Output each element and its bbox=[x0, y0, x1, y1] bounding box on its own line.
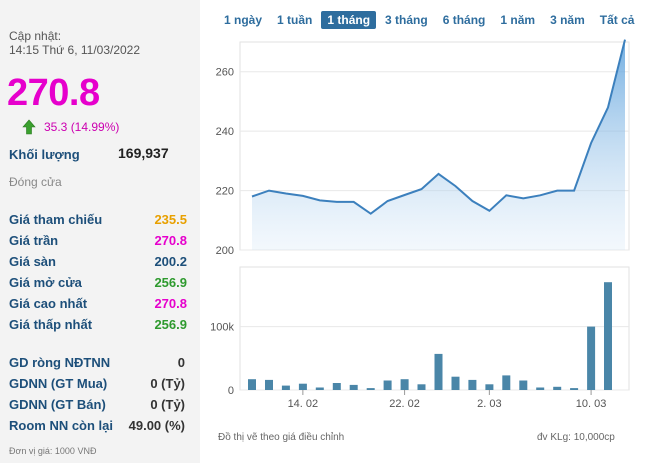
foreign-row-label: GD ròng NĐTNN bbox=[9, 355, 111, 370]
volume-bar bbox=[553, 386, 562, 390]
price-row-value: 270.8 bbox=[154, 233, 187, 248]
stock-chart: 200 220 240 260 0 100k 14. 02 22. 02 2. 03 10. 03 bbox=[210, 39, 630, 410]
price-row-ref: Giá tham chiếu 235.5 bbox=[9, 212, 187, 230]
foreign-row-value: 0 bbox=[177, 355, 185, 370]
volume-bar bbox=[502, 375, 511, 390]
volume-bar bbox=[587, 326, 596, 390]
close-label: Đóng cửa bbox=[9, 175, 62, 189]
price-row-high: Giá cao nhất 270.8 bbox=[9, 296, 187, 314]
price-row-label: Giá thấp nhất bbox=[9, 317, 93, 332]
tab-1-month[interactable]: 1 tháng bbox=[321, 11, 377, 29]
x-tick-label: 2. 03 bbox=[477, 398, 501, 410]
tab-1-week[interactable]: 1 tuần bbox=[271, 11, 318, 29]
volume-label: Khối lượng bbox=[9, 147, 80, 162]
volume-bar bbox=[519, 380, 528, 390]
volume-bar bbox=[315, 387, 324, 390]
up-arrow-icon bbox=[22, 119, 36, 135]
tab-1-year[interactable]: 1 năm bbox=[494, 11, 541, 29]
price-row-value: 270.8 bbox=[154, 296, 187, 311]
price-row-low: Giá thấp nhất 256.9 bbox=[9, 317, 187, 335]
tab-3-months[interactable]: 3 tháng bbox=[379, 11, 434, 29]
price-row-label: Giá mở cửa bbox=[9, 275, 82, 290]
tab-all[interactable]: Tất cả bbox=[594, 11, 641, 29]
foreign-row-value: 0 (Tỷ) bbox=[150, 376, 185, 391]
foreign-row-sell: GDNN (GT Bán) 0 (Tỷ) bbox=[9, 397, 185, 415]
volume-bar bbox=[485, 384, 494, 390]
tab-6-months[interactable]: 6 tháng bbox=[437, 11, 492, 29]
foreign-row-label: GDNN (GT Mua) bbox=[9, 376, 108, 391]
price-tick-label: 200 bbox=[216, 245, 234, 257]
foreign-row-net: GD ròng NĐTNN 0 bbox=[9, 355, 185, 373]
stock-info-panel: Cập nhật: 14:15 Thứ 6, 11/03/2022 270.8 … bbox=[0, 0, 200, 463]
price-row-label: Giá sàn bbox=[9, 254, 56, 269]
volume-bar bbox=[281, 385, 290, 390]
price-tick-label: 240 bbox=[216, 126, 234, 138]
volume-value: 169,937 bbox=[118, 145, 169, 161]
update-label: Cập nhật: bbox=[9, 29, 62, 43]
volume-bar bbox=[417, 384, 426, 390]
price-row-value: 256.9 bbox=[154, 275, 187, 290]
price-tick-label: 220 bbox=[216, 186, 234, 198]
price-row-label: Giá trần bbox=[9, 233, 59, 248]
period-tabs: 1 ngày 1 tuần 1 tháng 3 tháng 6 tháng 1 … bbox=[218, 11, 643, 29]
price-change: 35.3 (14.99%) bbox=[22, 119, 119, 135]
chart-note-volume-unit: đv KLg: 10,000cp bbox=[537, 432, 615, 443]
price-row-value: 256.9 bbox=[154, 317, 187, 332]
update-time: 14:15 Thứ 6, 11/03/2022 bbox=[9, 43, 141, 57]
price-row-floor: Giá sàn 200.2 bbox=[9, 254, 187, 272]
volume-bar bbox=[383, 380, 392, 390]
price-change-text: 35.3 (14.99%) bbox=[44, 120, 120, 134]
volume-bar bbox=[451, 376, 460, 390]
foreign-row-buy: GDNN (GT Mua) 0 (Tỷ) bbox=[9, 376, 185, 394]
volume-bar bbox=[468, 379, 477, 390]
current-price: 270.8 bbox=[7, 72, 100, 114]
tab-1-day[interactable]: 1 ngày bbox=[218, 11, 268, 29]
volume-bar bbox=[265, 379, 273, 390]
volume-bar bbox=[400, 379, 409, 390]
foreign-row-value: 0 (Tỷ) bbox=[150, 397, 185, 412]
foreign-row-room: Room NN còn lại 49.00 (%) bbox=[9, 418, 185, 436]
volume-bar bbox=[248, 379, 256, 390]
x-tick-label: 22. 02 bbox=[389, 398, 420, 410]
foreign-row-label: Room NN còn lại bbox=[9, 418, 114, 433]
price-unit-note: Đơn vị giá: 1000 VNĐ bbox=[9, 446, 97, 456]
x-tick-label: 10. 03 bbox=[576, 398, 607, 410]
volume-bar bbox=[536, 387, 545, 390]
x-tick-label: 14. 02 bbox=[288, 398, 319, 410]
price-row-value: 200.2 bbox=[154, 254, 187, 269]
volume-bar bbox=[298, 383, 307, 390]
volume-bar bbox=[349, 384, 358, 390]
foreign-row-value: 49.00 (%) bbox=[128, 418, 185, 433]
price-row-label: Giá cao nhất bbox=[9, 296, 88, 311]
volume-bar bbox=[366, 388, 375, 390]
price-row-value: 235.5 bbox=[154, 212, 187, 227]
price-row-ceiling: Giá trần 270.8 bbox=[9, 233, 187, 251]
volume-tick-label: 100k bbox=[210, 322, 234, 334]
volume-bar bbox=[604, 282, 612, 390]
volume-bar bbox=[332, 383, 341, 390]
chart-note-adjusted: Đồ thị vẽ theo giá điều chỉnh bbox=[218, 432, 345, 443]
price-tick-label: 260 bbox=[216, 67, 234, 79]
tab-3-years[interactable]: 3 năm bbox=[544, 11, 591, 29]
volume-bar bbox=[570, 388, 579, 390]
price-row-open: Giá mở cửa 256.9 bbox=[9, 275, 187, 293]
price-row-label: Giá tham chiếu bbox=[9, 212, 103, 227]
volume-bar bbox=[434, 353, 443, 390]
foreign-row-label: GDNN (GT Bán) bbox=[9, 397, 106, 412]
volume-tick-label: 0 bbox=[228, 385, 234, 397]
